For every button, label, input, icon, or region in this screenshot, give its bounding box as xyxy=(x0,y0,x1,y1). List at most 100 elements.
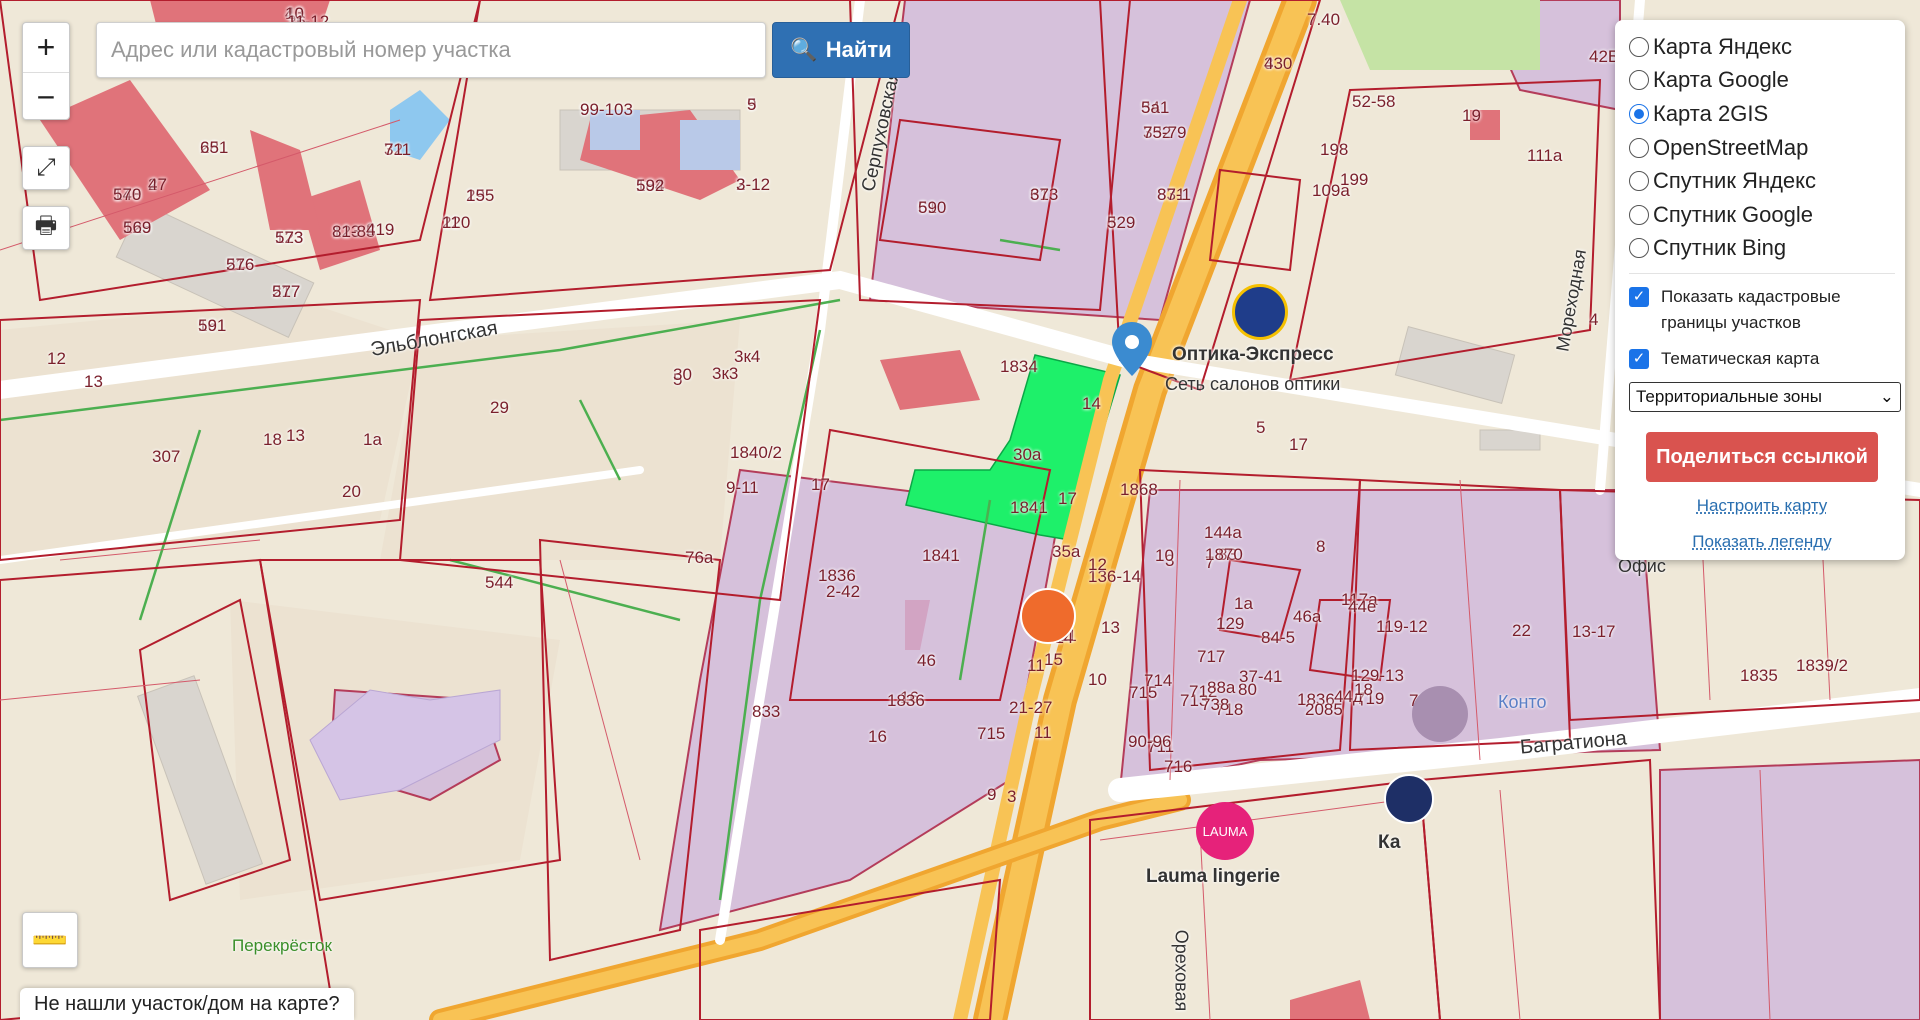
parcel-number: 4 xyxy=(1589,310,1599,329)
lauma-logo-icon[interactable]: LAUMA xyxy=(1196,802,1254,860)
parcel-number: 17 xyxy=(1058,489,1077,508)
search-input[interactable] xyxy=(96,22,766,78)
parcel-number: 2-42 xyxy=(826,582,861,601)
parcel-number: 833 xyxy=(752,702,781,721)
configure-map-link[interactable]: Настроить карту xyxy=(1629,496,1895,516)
map-type-label: Спутник Bing xyxy=(1653,235,1787,261)
share-link-button[interactable]: Поделиться ссылкой xyxy=(1646,432,1878,483)
parcel-number: 17 xyxy=(1289,435,1308,454)
parcel-number: 119-12 xyxy=(1376,617,1428,636)
parcel-number: 577 xyxy=(272,282,301,301)
map-type-label: Карта Яндекс xyxy=(1653,33,1792,59)
parcel-number: 3 xyxy=(1007,787,1017,806)
parcel-number: 5а xyxy=(1141,98,1160,117)
parcel-number: 307 xyxy=(152,447,181,466)
map-type-label: Спутник Google xyxy=(1653,201,1813,227)
thematic-map-checkbox[interactable]: ✓ Тематическая карта xyxy=(1629,346,1895,372)
poi-kontora: Конто xyxy=(1498,692,1547,712)
show-cadastral-checkbox[interactable]: ✓ Показать кадастровые границы участков xyxy=(1629,284,1895,336)
thematic-map-label: Тематическая карта xyxy=(1661,349,1820,369)
parcel-number: 87-1 xyxy=(1157,185,1192,204)
parcel-number: 10 xyxy=(1155,546,1174,565)
map-type-option[interactable]: Карта 2GIS xyxy=(1629,97,1895,131)
poi-optika-name[interactable]: Оптика-Экспресс xyxy=(1172,344,1334,366)
map-type-label: Карта 2GIS xyxy=(1653,100,1769,126)
map-type-label: Карта Google xyxy=(1653,67,1789,93)
zoom-control: + − xyxy=(22,22,70,120)
map-type-label: Спутник Яндекс xyxy=(1653,168,1817,194)
parcel-number: 30а xyxy=(1013,445,1042,464)
parcel-number: 3 xyxy=(736,175,746,194)
parcel-number: 1834 xyxy=(1000,357,1038,376)
panel-divider xyxy=(1629,273,1895,275)
parcel-number: 590 xyxy=(918,198,947,217)
parcel-number: 8 xyxy=(1316,537,1326,556)
checkbox-checked-icon: ✓ xyxy=(1629,349,1649,370)
parcel-number: 17 xyxy=(811,475,830,494)
zoom-in-button[interactable]: + xyxy=(23,23,69,72)
parcel-number: 5 xyxy=(1107,213,1117,232)
parcel-number: 4 xyxy=(366,220,376,239)
printer-icon: 🖶 xyxy=(34,211,58,239)
parcel-number: 711 xyxy=(384,140,412,159)
map-type-option[interactable]: Спутник Google xyxy=(1629,198,1895,232)
parcel-number: 1835 xyxy=(1740,666,1778,685)
food-icon[interactable] xyxy=(1020,588,1076,644)
parcel-number: 11 xyxy=(1034,723,1052,742)
parcel-number: 1868 xyxy=(1120,480,1158,499)
search-icon: 🔍 xyxy=(790,37,818,62)
parcel-number: 13 xyxy=(84,372,103,391)
parcel-number: 76а xyxy=(685,548,714,567)
poi-kanal-name[interactable]: Ка xyxy=(1378,832,1400,854)
parcel-number: 84-5 xyxy=(1261,628,1296,647)
parcel-number: 198 xyxy=(1320,140,1349,159)
parcel-number: 714 xyxy=(1144,671,1173,690)
map-type-option[interactable]: Спутник Bing xyxy=(1629,232,1895,266)
zoom-out-button[interactable]: − xyxy=(23,72,69,121)
kanal-logo-icon[interactable] xyxy=(1384,774,1434,824)
poi-lauma-name[interactable]: Lauma lingerie xyxy=(1146,866,1280,888)
poi-optika-sub: Сеть салонов оптики xyxy=(1165,374,1341,394)
parcel-number: 18 xyxy=(1354,680,1373,699)
zone-select[interactable]: Территориальные зоны ⌄ xyxy=(1629,382,1901,413)
parcel-number: 570 xyxy=(113,185,142,204)
parcel-number: 573 xyxy=(275,228,304,247)
parcel-number: 13 xyxy=(286,426,305,445)
parcel-number: 13 xyxy=(1101,618,1120,637)
map-type-option[interactable]: OpenStreetMap xyxy=(1629,131,1895,165)
measure-button[interactable]: 📏 xyxy=(22,912,78,968)
show-legend-link[interactable]: Показать легенду xyxy=(1629,532,1895,552)
info-icon[interactable] xyxy=(1412,686,1468,742)
parcel-number: 144а xyxy=(1204,523,1242,542)
optika-logo-icon[interactable] xyxy=(1232,284,1288,340)
poi-perekrestok: Перекрёсток xyxy=(232,936,332,955)
checkbox-checked-icon: ✓ xyxy=(1629,287,1649,308)
parcel-number: 129 xyxy=(1216,614,1245,633)
map-type-option[interactable]: Спутник Яндекс xyxy=(1629,164,1895,198)
parcel-number: 21-27 xyxy=(1009,698,1053,717)
parcel-number: 29 xyxy=(490,398,509,417)
map-type-option[interactable]: Карта Яндекс xyxy=(1629,30,1895,64)
map-marker-icon[interactable] xyxy=(1112,322,1152,376)
parcel-number: 30 xyxy=(673,365,692,384)
parcel-number: 12 xyxy=(1088,555,1107,574)
print-button[interactable]: 🖶 xyxy=(22,206,70,250)
parcel-number: 544 xyxy=(485,573,514,592)
parcel-number: 3к3 xyxy=(712,364,739,383)
not-found-prompt[interactable]: Не нашли участок/дом на карте? xyxy=(20,988,354,1020)
parcel-number: 4 xyxy=(148,175,158,194)
parcel-number: 1836 xyxy=(887,691,925,710)
fullscreen-button[interactable]: ⤢ xyxy=(22,146,70,190)
parcel-number: 15 xyxy=(1044,650,1063,669)
parcel-number: 46а xyxy=(1293,607,1322,626)
parcel-number: 1840/2 xyxy=(730,443,782,462)
parcel-number: 373 xyxy=(1030,185,1059,204)
parcel-number: 37-41 xyxy=(1239,667,1283,686)
parcel-number: 1а xyxy=(1234,594,1253,613)
map-type-option[interactable]: Карта Google xyxy=(1629,64,1895,98)
map-type-label: OpenStreetMap xyxy=(1653,134,1809,160)
map-type-list: Карта Яндекс Карта Google Карта 2GIS OpenSt… xyxy=(1629,30,1895,265)
parcel-number: 15 xyxy=(466,186,485,205)
parcel-number: 4 xyxy=(1264,54,1274,73)
search-button[interactable]: 🔍 Найти xyxy=(772,22,910,78)
